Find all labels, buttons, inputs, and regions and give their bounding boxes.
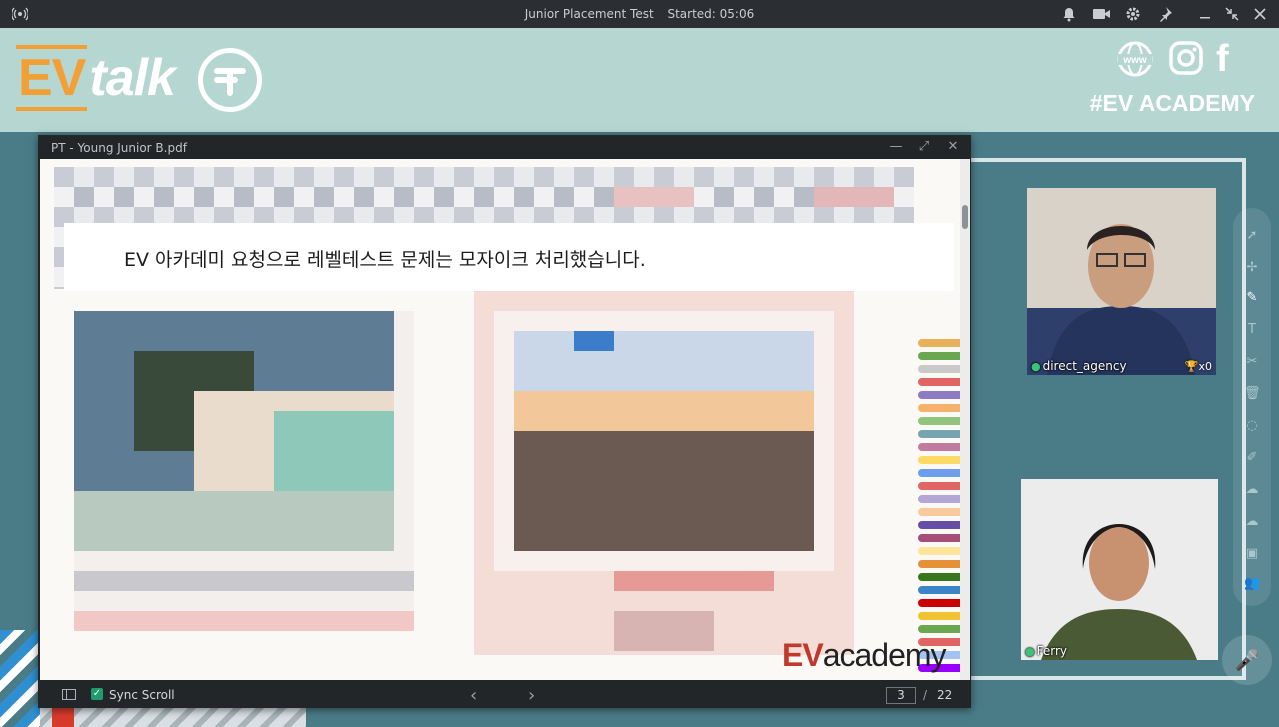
laser-icon[interactable]: ✢: [1244, 260, 1260, 276]
decorative-red-block: [52, 706, 74, 727]
trash-icon[interactable]: 🗑: [1244, 386, 1261, 402]
facebook-icon[interactable]: f: [1216, 38, 1240, 80]
participant-name: ● Ferry: [1025, 644, 1067, 658]
sync-scroll-label[interactable]: Sync Scroll: [109, 688, 175, 702]
trophy-count: 🏆x0: [1185, 360, 1212, 373]
participant-name-text: direct_agency: [1042, 359, 1127, 373]
footer-logo-academy: academy: [822, 637, 947, 673]
cloud-icon[interactable]: ☁: [1244, 514, 1260, 530]
bell-icon[interactable]: [1061, 6, 1077, 22]
cursor-icon[interactable]: ➚: [1244, 228, 1260, 244]
close-icon[interactable]: [1252, 6, 1268, 22]
shape-icon[interactable]: ◌: [1244, 418, 1260, 434]
pdf-close-icon[interactable]: ✕: [945, 139, 961, 155]
footer-logo-ev: EV: [782, 637, 824, 673]
pin-icon[interactable]: [1157, 6, 1173, 22]
pdf-minimize-icon[interactable]: —: [888, 139, 904, 155]
hashtag-text: #EV ACADEMY: [1089, 90, 1255, 116]
brand-header: EVtalk www f #EV ACADEMY: [0, 28, 1279, 132]
users-icon[interactable]: 👥: [1244, 576, 1260, 592]
camera-icon[interactable]: [1092, 6, 1111, 22]
minimize-icon[interactable]: [1197, 6, 1213, 22]
gear-icon[interactable]: [1125, 6, 1141, 22]
edit-icon[interactable]: ✐: [1244, 450, 1260, 466]
brand-emblem-icon: [198, 48, 262, 112]
pdf-restore-icon[interactable]: ⤢: [916, 139, 932, 155]
total-pages: 22: [937, 688, 953, 702]
pdf-scrollbar[interactable]: [960, 159, 970, 680]
logo-ev-text: EV: [16, 45, 88, 111]
toolbox-icon[interactable]: ▣: [1244, 546, 1260, 562]
participant-name-text: Ferry: [1036, 644, 1067, 658]
trophy-icon: 🏆: [1184, 360, 1199, 373]
www-icon[interactable]: www: [1116, 40, 1154, 80]
instagram-icon[interactable]: [1168, 40, 1204, 80]
logo-talk-text: talk: [89, 49, 176, 107]
participant-avatar: [1021, 479, 1218, 660]
mosaic-notice-text: EV 아카데미 요청으로 레벨테스트 문제는 모자이크 처리했습니다.: [124, 249, 646, 271]
pdf-toolbar: ✓ Sync Scroll ‹ › 3 / 22: [38, 683, 971, 708]
sync-scroll-checkbox[interactable]: ✓: [91, 688, 103, 700]
mosaic-image-right: [474, 291, 854, 655]
mosaic-notice-banner: EV 아카데미 요청으로 레벨테스트 문제는 모자이크 처리했습니다.: [64, 223, 954, 291]
mosaic-image-left: [74, 311, 414, 631]
participant-name: ● direct_agency: [1031, 359, 1127, 373]
text-icon[interactable]: T: [1244, 322, 1260, 338]
scissors-icon[interactable]: ✂: [1244, 354, 1260, 370]
mic-icon: ●: [1031, 360, 1041, 373]
sidebar-toggle-icon[interactable]: [62, 689, 76, 700]
current-page-input[interactable]: 3: [886, 687, 916, 704]
next-page-icon[interactable]: ›: [528, 685, 535, 706]
mic-icon: ●: [1025, 645, 1035, 658]
prev-page-icon[interactable]: ‹: [470, 685, 477, 706]
trophy-count-text: x0: [1198, 360, 1212, 373]
pen-icon[interactable]: ✎: [1244, 290, 1260, 306]
participant-avatar: [1027, 188, 1216, 375]
www-label: www: [1122, 55, 1147, 66]
decorative-bottom-stripes: [40, 706, 306, 727]
pdf-scroll-thumb[interactable]: [962, 205, 968, 229]
cloud-sync-icon[interactable]: ☁: [1244, 482, 1260, 498]
pdf-viewer-window: PT - Young Junior B.pdf — ⤢ ✕ EV 아카데미 요청…: [38, 135, 971, 708]
pdf-titlebar[interactable]: PT - Young Junior B.pdf — ⤢ ✕: [38, 135, 971, 159]
fullscreen-exit-icon[interactable]: [1224, 6, 1240, 22]
evtalk-logo: EVtalk: [16, 45, 176, 111]
decorative-pencils: [918, 339, 960, 680]
app-titlebar: Junior Placement Test Started: 05:06: [0, 0, 1279, 28]
annotation-toolbar: ➚ ✢ ✎ T ✂ 🗑 ◌ ✐ ☁ ☁ ▣ 👥: [1233, 208, 1271, 606]
started-timer: Started: 05:06: [667, 7, 755, 21]
video-tile-direct-agency[interactable]: ● direct_agency 🏆x0: [1027, 188, 1216, 375]
video-tile-ferry[interactable]: ● Ferry: [1021, 479, 1218, 660]
pdf-filename: PT - Young Junior B.pdf: [51, 141, 187, 155]
evacademy-footer-logo: EVacademy: [782, 637, 947, 674]
pdf-page-content[interactable]: EV 아카데미 요청으로 레벨테스트 문제는 모자이크 처리했습니다. EVac…: [40, 159, 960, 680]
window-title: Junior Placement Test: [524, 7, 654, 21]
microphone-button[interactable]: 🎤: [1222, 635, 1272, 685]
page-separator: /: [923, 688, 928, 702]
